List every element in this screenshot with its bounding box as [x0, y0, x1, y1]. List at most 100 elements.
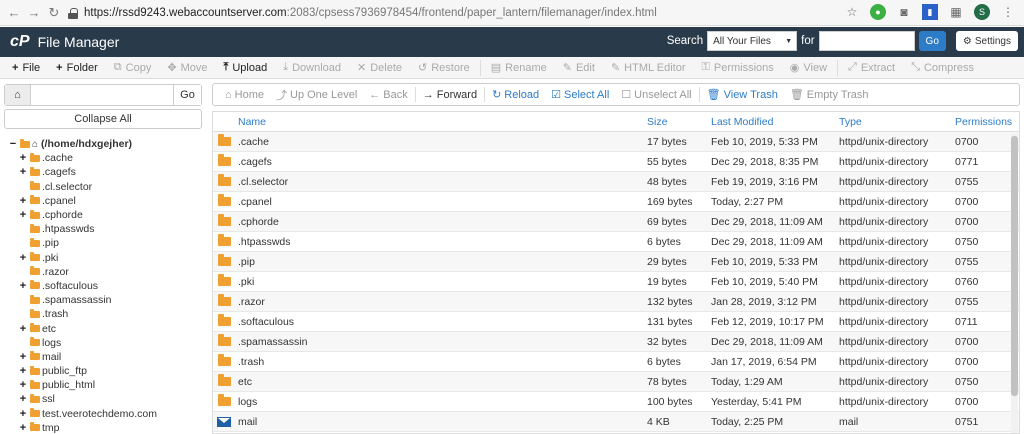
- tree-item[interactable]: + .pki: [8, 251, 204, 265]
- expand-icon[interactable]: +: [18, 280, 28, 292]
- tree-root[interactable]: − ⌂ (/home/hdxgejher): [8, 137, 204, 151]
- toolbar-rename-button[interactable]: ▤ Rename: [483, 57, 555, 79]
- expand-icon[interactable]: +: [18, 351, 28, 363]
- search-go-button[interactable]: Go: [918, 31, 946, 51]
- toolbar-move-button[interactable]: ✥ Move: [159, 57, 215, 79]
- nav-view-trash-button[interactable]: 🗑 View Trash: [701, 88, 784, 102]
- column-type[interactable]: Type: [839, 116, 862, 128]
- tree-item[interactable]: + .cagefs: [8, 165, 204, 179]
- table-row[interactable]: mail 4 KB Today, 2:25 PM mail 0751: [213, 412, 1019, 432]
- toolbar-delete-button[interactable]: ✕ Delete: [349, 57, 410, 79]
- tree-item[interactable]: + .cache: [8, 151, 204, 165]
- search-input[interactable]: [818, 31, 915, 51]
- column-last-modified[interactable]: Last Modified: [711, 116, 773, 128]
- path-input[interactable]: [31, 85, 173, 105]
- toolbar-folder-button[interactable]: + Folder: [48, 57, 106, 79]
- toolbar-file-button[interactable]: + File: [4, 57, 48, 79]
- tree-item[interactable]: + etc: [8, 321, 204, 335]
- toolbar-view-button[interactable]: ◉ View: [782, 57, 835, 79]
- menu-dots-icon[interactable]: ⋮: [1000, 4, 1016, 20]
- tree-item[interactable]: + .cpanel: [8, 194, 204, 208]
- reload-icon[interactable]: ↻: [44, 5, 64, 21]
- tree-item[interactable]: + ssl: [8, 392, 204, 406]
- table-row[interactable]: .cache 17 bytes Feb 10, 2019, 5:33 PM httpd…: [213, 132, 1019, 152]
- nav-select-all-button[interactable]: ☑ Select All: [545, 88, 615, 102]
- path-go-button[interactable]: Go: [173, 85, 201, 105]
- toolbar-restore-button[interactable]: ↺ Restore: [410, 57, 478, 79]
- tree-item[interactable]: .razor: [8, 265, 204, 279]
- puzzle-icon[interactable]: ▦: [948, 4, 964, 20]
- table-row[interactable]: .spamassassin 32 bytes Dec 29, 2018, 11:09…: [213, 332, 1019, 352]
- nav-home-button[interactable]: ⌂ Home: [219, 89, 270, 101]
- table-row[interactable]: .cpanel 169 bytes Today, 2:27 PM httpd/unix…: [213, 192, 1019, 212]
- table-row[interactable]: .razor 132 bytes Jan 28, 2019, 3:12 PM http…: [213, 292, 1019, 312]
- nav-empty-trash-button[interactable]: 🗑 Empty Trash: [784, 88, 875, 102]
- toolbar-compress-button[interactable]: ⤡ Compress: [903, 57, 982, 79]
- table-row[interactable]: .trash 6 bytes Jan 17, 2019, 6:54 PM httpd/…: [213, 352, 1019, 372]
- table-row[interactable]: .cphorde 69 bytes Dec 29, 2018, 11:09 AM ht…: [213, 212, 1019, 232]
- expand-icon[interactable]: +: [18, 408, 28, 420]
- toolbar-extract-button[interactable]: ⤢ Extract: [840, 57, 903, 79]
- extension-blue-icon[interactable]: ▮: [922, 4, 938, 20]
- expand-icon[interactable]: +: [18, 379, 28, 391]
- back-arrow-icon[interactable]: ←: [4, 5, 24, 20]
- star-icon[interactable]: ☆: [844, 4, 860, 20]
- column-name[interactable]: Name: [238, 116, 266, 128]
- expand-icon[interactable]: +: [18, 365, 28, 377]
- toolbar-edit-button[interactable]: ✎ Edit: [555, 57, 603, 79]
- expand-icon[interactable]: +: [18, 195, 28, 207]
- expand-icon[interactable]: +: [18, 166, 28, 178]
- settings-button[interactable]: ⚙ Settings: [955, 31, 1018, 51]
- table-row[interactable]: .cagefs 55 bytes Dec 29, 2018, 8:35 PM http…: [213, 152, 1019, 172]
- table-row[interactable]: .softaculous 131 bytes Feb 12, 2019, 10:17…: [213, 312, 1019, 332]
- table-row[interactable]: .htpasswds 6 bytes Dec 29, 2018, 11:09 AM h…: [213, 232, 1019, 252]
- table-row[interactable]: etc 78 bytes Today, 1:29 AM httpd/unix-dire…: [213, 372, 1019, 392]
- nav-back-button[interactable]: ← Back: [363, 89, 413, 101]
- table-row[interactable]: .cl.selector 48 bytes Feb 19, 2019, 3:16 P…: [213, 172, 1019, 192]
- tree-item[interactable]: .trash: [8, 307, 204, 321]
- tree-item[interactable]: + .cphorde: [8, 208, 204, 222]
- cpanel-logo[interactable]: cP: [10, 33, 30, 51]
- tree-item[interactable]: + test.veerotechdemo.com: [8, 407, 204, 421]
- tree-item[interactable]: + public_ftp: [8, 364, 204, 378]
- tree-item[interactable]: .spamassassin: [8, 293, 204, 307]
- column-size[interactable]: Size: [647, 116, 667, 128]
- tree-item[interactable]: + .softaculous: [8, 279, 204, 293]
- nav-unselect-all-button[interactable]: ☐ Unselect All: [615, 88, 697, 102]
- nav-forward-button[interactable]: → Forward: [417, 89, 483, 101]
- tree-item[interactable]: .cl.selector: [8, 180, 204, 194]
- column-permissions[interactable]: Permissions: [955, 116, 1012, 128]
- collapse-all-button[interactable]: Collapse All: [4, 109, 202, 129]
- expand-icon[interactable]: +: [18, 323, 28, 335]
- profile-avatar[interactable]: S: [974, 4, 990, 20]
- address-bar[interactable]: https://rssd9243.webaccountserver.com:20…: [68, 3, 868, 23]
- tree-item[interactable]: .pip: [8, 236, 204, 250]
- table-scrollbar[interactable]: [1011, 134, 1018, 433]
- tree-item[interactable]: + mail: [8, 350, 204, 364]
- table-row[interactable]: .pip 29 bytes Feb 10, 2019, 5:33 PM httpd/u…: [213, 252, 1019, 272]
- tree-item[interactable]: logs: [8, 336, 204, 350]
- search-scope-select[interactable]: All Your Files ▼: [707, 31, 798, 51]
- table-row[interactable]: .pki 19 bytes Feb 10, 2019, 5:40 PM httpd/u…: [213, 272, 1019, 292]
- expand-icon[interactable]: +: [18, 252, 28, 264]
- extension-green-icon[interactable]: ●: [870, 4, 886, 20]
- collapse-icon[interactable]: −: [8, 138, 18, 150]
- toolbar-html-editor-button[interactable]: ✎ HTML Editor: [603, 57, 694, 79]
- scroll-thumb[interactable]: [1011, 136, 1018, 396]
- toolbar-permissions-button[interactable]: ⚿ Permissions: [693, 57, 781, 79]
- forward-arrow-icon[interactable]: →: [24, 5, 44, 20]
- tree-item[interactable]: + public_html: [8, 378, 204, 392]
- nav-up-one-level-button[interactable]: ⤴ Up One Level: [270, 87, 363, 103]
- nav-reload-button[interactable]: ↻ Reload: [486, 88, 545, 102]
- home-button[interactable]: ⌂: [5, 85, 31, 105]
- expand-icon[interactable]: +: [18, 209, 28, 221]
- tree-item[interactable]: + tmp: [8, 421, 204, 434]
- toolbar-upload-button[interactable]: ⤒ Upload: [215, 57, 275, 79]
- camera-icon[interactable]: ◙: [896, 4, 912, 20]
- expand-icon[interactable]: +: [18, 152, 28, 164]
- tree-item[interactable]: .htpasswds: [8, 222, 204, 236]
- expand-icon[interactable]: +: [18, 422, 28, 434]
- toolbar-download-button[interactable]: ⤓ Download: [275, 57, 349, 79]
- expand-icon[interactable]: +: [18, 393, 28, 405]
- table-row[interactable]: logs 100 bytes Yesterday, 5:41 PM httpd/uni…: [213, 392, 1019, 412]
